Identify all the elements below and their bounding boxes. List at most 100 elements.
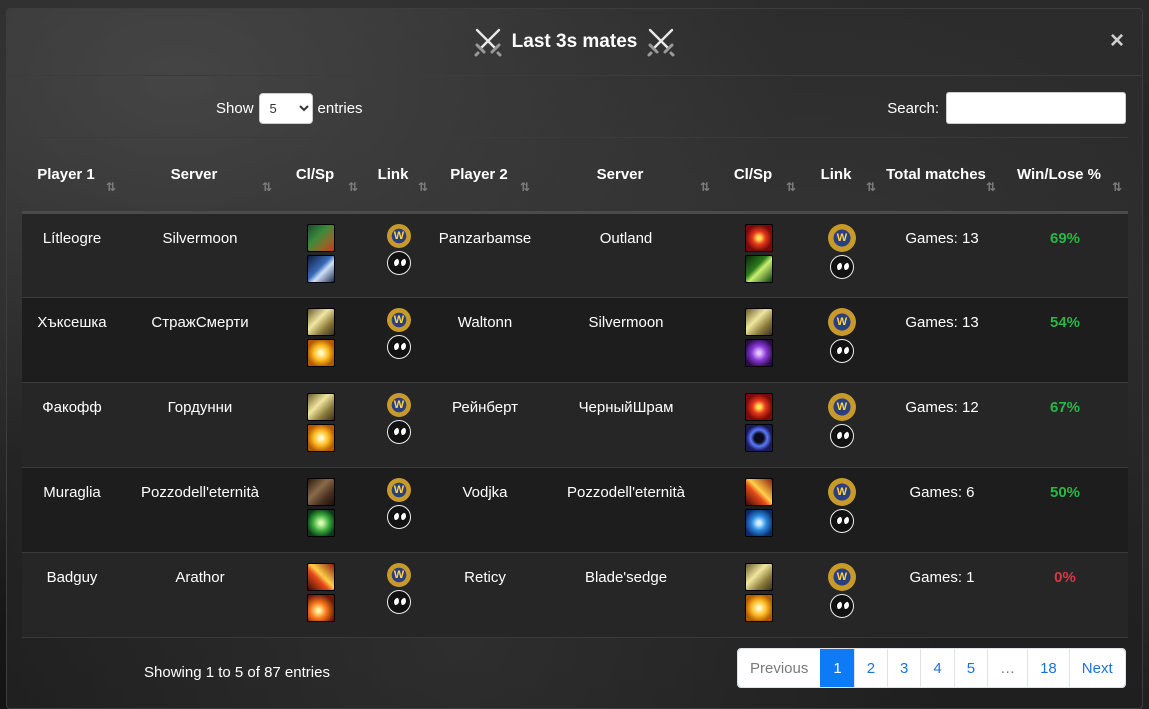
- next-page-button[interactable]: Next: [1068, 649, 1125, 687]
- eyes-icon[interactable]: [387, 335, 411, 359]
- wow-logo-icon[interactable]: W: [387, 308, 411, 332]
- column-header-link-3[interactable]: Link ⇅: [364, 137, 434, 214]
- class-spec-cell: [716, 383, 802, 468]
- total-matches: Games: 6: [909, 484, 975, 501]
- wow-logo-icon[interactable]: W: [387, 563, 411, 587]
- link-cell: W: [364, 383, 434, 468]
- link-cell: W: [802, 298, 882, 383]
- player1-server: СтражСмерти: [151, 314, 249, 331]
- wow-logo-icon[interactable]: W: [387, 393, 411, 417]
- page-button-18[interactable]: 18: [1027, 649, 1069, 687]
- player1-server: Arathor: [175, 569, 225, 586]
- sort-arrows-icon[interactable]: ⇅: [866, 175, 876, 199]
- entries-per-page-select[interactable]: 5: [258, 92, 313, 124]
- page-button-2[interactable]: 2: [853, 649, 888, 687]
- page-button-3[interactable]: 3: [887, 649, 921, 687]
- link-cell: W: [364, 468, 434, 553]
- page-button-1[interactable]: 1: [820, 649, 854, 687]
- class-spec-cell: [716, 213, 802, 298]
- wow-logo-icon[interactable]: W: [828, 563, 856, 591]
- column-header-player-1-0[interactable]: Player 1 ⇅: [22, 137, 122, 214]
- column-header-player-2-4[interactable]: Player 2 ⇅: [434, 137, 536, 214]
- total-matches: Games: 12: [905, 399, 979, 416]
- sort-arrows-icon[interactable]: ⇅: [262, 175, 272, 199]
- mates-table: Player 1 ⇅ Server ⇅ Cl/Sp ⇅ Link ⇅ Player 2 ⇅ Serv…: [22, 137, 1128, 638]
- player1-server: Silvermoon: [162, 230, 238, 247]
- eyes-icon[interactable]: [387, 420, 411, 444]
- eyes-icon[interactable]: [830, 255, 854, 279]
- sort-arrows-icon[interactable]: ⇅: [348, 175, 358, 199]
- eyes-icon[interactable]: [830, 594, 854, 618]
- column-header-link-7[interactable]: Link ⇅: [802, 137, 882, 214]
- column-header-label: Cl/Sp: [295, 165, 335, 183]
- wow-logo-icon[interactable]: W: [828, 393, 856, 421]
- previous-page-button[interactable]: Previous: [738, 649, 821, 687]
- column-header-total-matches-8[interactable]: Total matches ⇅: [882, 137, 1002, 214]
- sort-arrows-icon[interactable]: ⇅: [986, 175, 996, 199]
- player1-name: Lítleogre: [42, 230, 102, 247]
- column-header-label: Total matches: [886, 165, 986, 183]
- column-header-server-1[interactable]: Server ⇅: [122, 137, 278, 214]
- class-spec-cell: [716, 468, 802, 553]
- table-controls: Show 5 entries Search:: [7, 91, 1142, 125]
- table-row: Muraglia Pozzodell'eternità W Vodjka Pozzode…: [22, 467, 1128, 553]
- column-header-cl-sp-6[interactable]: Cl/Sp ⇅: [716, 137, 802, 214]
- player2-name: Panzarbamse: [438, 230, 532, 247]
- total-matches: Games: 13: [905, 314, 979, 331]
- win-lose-percent: 69%: [1049, 230, 1081, 247]
- table-row: Факофф Гордунни W Рейнберт ЧерныйШрам W Games:…: [22, 382, 1128, 468]
- sort-arrows-icon[interactable]: ⇅: [106, 175, 116, 199]
- priest-holy-icon: [307, 339, 335, 367]
- paladin-holy-icon: [745, 563, 773, 591]
- eyes-icon[interactable]: [387, 505, 411, 529]
- link-cell: W: [802, 213, 882, 298]
- column-header-win-lose--9[interactable]: Win/Lose % ⇅: [1002, 137, 1128, 214]
- sort-arrows-icon[interactable]: ⇅: [700, 175, 710, 199]
- paladin-holy-icon: [307, 308, 335, 336]
- sort-arrows-icon[interactable]: ⇅: [520, 175, 530, 199]
- sort-arrows-icon[interactable]: ⇅: [418, 175, 428, 199]
- eyes-icon[interactable]: [830, 509, 854, 533]
- link-cell: W: [802, 553, 882, 638]
- column-header-label: Player 1: [37, 165, 95, 183]
- win-lose-percent: 67%: [1049, 399, 1081, 416]
- eyes-icon[interactable]: [830, 339, 854, 363]
- wow-logo-icon[interactable]: W: [828, 478, 856, 506]
- page-button-5[interactable]: 5: [953, 649, 988, 687]
- eyes-icon[interactable]: [387, 590, 411, 614]
- druid-balance-icon: [307, 478, 335, 506]
- death-knight-frost-icon: [307, 255, 335, 283]
- player2-server: Outland: [599, 230, 653, 247]
- sort-arrows-icon[interactable]: ⇅: [786, 175, 796, 199]
- win-lose-percent: 54%: [1049, 314, 1081, 331]
- sort-arrows-icon[interactable]: ⇅: [1112, 175, 1122, 199]
- column-header-server-5[interactable]: Server ⇅: [536, 137, 716, 214]
- show-label: Show: [216, 99, 254, 117]
- table-body: Lítleogre Silvermoon W Panzarbamse Outland W G…: [22, 212, 1128, 638]
- column-header-cl-sp-2[interactable]: Cl/Sp ⇅: [278, 137, 364, 214]
- search-input[interactable]: [946, 92, 1126, 124]
- column-header-label: Server: [596, 165, 644, 183]
- class-spec-cell: [278, 213, 364, 298]
- wow-logo-icon[interactable]: W: [828, 224, 856, 252]
- page-button-4[interactable]: 4: [920, 649, 954, 687]
- close-button[interactable]: ×: [1110, 29, 1124, 53]
- column-header-label: Win/Lose %: [1016, 165, 1102, 183]
- modal-title: Last 3s mates: [472, 26, 678, 58]
- warrior-arms-icon: [745, 224, 773, 252]
- link-cell: W: [364, 213, 434, 298]
- eyes-icon[interactable]: [830, 424, 854, 448]
- wow-logo-icon[interactable]: W: [828, 308, 856, 336]
- wow-logo-icon[interactable]: W: [387, 224, 411, 248]
- column-header-label: Cl/Sp: [733, 165, 773, 183]
- class-spec-cell: [716, 298, 802, 383]
- pagination-ellipsis: …: [987, 649, 1028, 687]
- player1-server: Pozzodell'eternità: [141, 484, 259, 501]
- wow-logo-icon[interactable]: W: [387, 478, 411, 502]
- modal-header: Last 3s mates ×: [7, 9, 1142, 76]
- pagination: Previous 1 2 3 4 5… 18 Next: [737, 648, 1126, 688]
- entries-label: entries: [317, 99, 363, 117]
- player1-name: Факофф: [42, 399, 102, 416]
- eyes-icon[interactable]: [387, 251, 411, 275]
- table-row: Хъксешка СтражСмерти W Waltonn Silvermoon W Ga…: [22, 297, 1128, 383]
